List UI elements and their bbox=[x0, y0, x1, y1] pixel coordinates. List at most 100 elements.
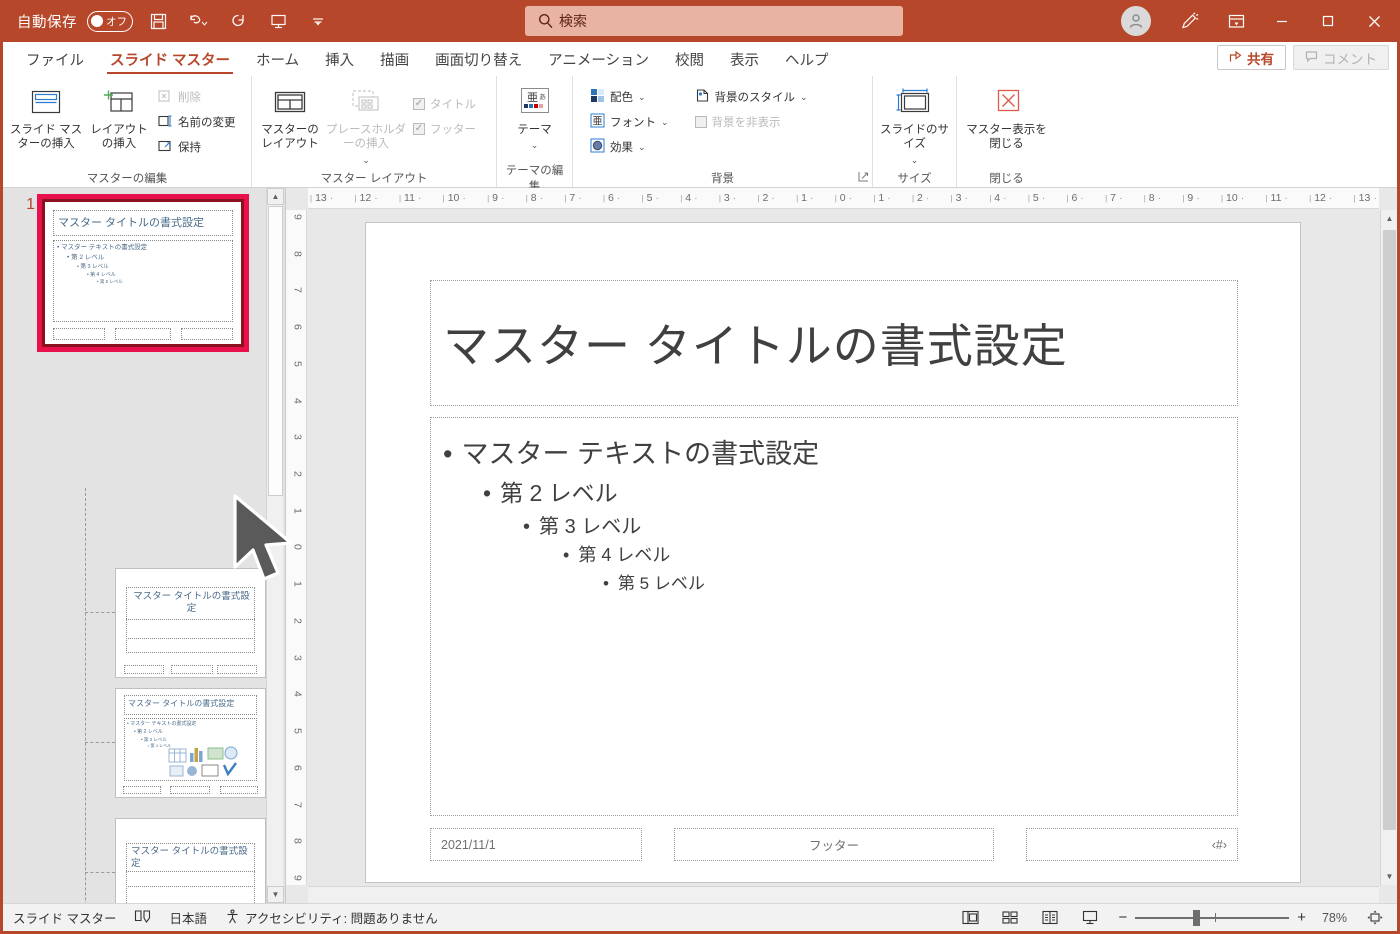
undo-icon[interactable] bbox=[183, 6, 213, 36]
slide-thumbnail-pane[interactable]: 1 マスター タイトルの書式設定 • マスター テキストの書式設定 • 第 2 … bbox=[3, 188, 286, 903]
minimize-button[interactable] bbox=[1259, 0, 1305, 42]
thumbnail-scrollbar[interactable]: ▲ ▼ bbox=[266, 188, 284, 903]
zoom-knob[interactable] bbox=[1193, 909, 1201, 926]
close-button[interactable] bbox=[1351, 0, 1397, 42]
slide-master-canvas[interactable]: マスター タイトルの書式設定 • マスター テキストの書式設定 • 第 2 レベ… bbox=[365, 222, 1301, 883]
hruler-major-mark: | bbox=[1265, 193, 1268, 203]
status-accessibility[interactable]: アクセシビリティ: 問題ありません bbox=[225, 908, 438, 927]
tab-slide-master[interactable]: スライド マスター bbox=[97, 42, 243, 76]
tab-transitions[interactable]: 画面切り替え bbox=[422, 42, 535, 76]
hruler-minor-mark: · bbox=[925, 192, 930, 204]
account-avatar-icon[interactable] bbox=[1121, 6, 1151, 36]
zoom-level-label[interactable]: 78% bbox=[1322, 911, 1347, 925]
canvas-scroll-down-arrow[interactable]: ▼ bbox=[1381, 868, 1397, 885]
vertical-ruler[interactable]: |9·|8·|7·|6·|5·|4·|3·|2·|1·|0·|1·|2·|3·|… bbox=[286, 210, 307, 885]
body-placeholder[interactable]: • マスター テキストの書式設定 • 第 2 レベル • 第 3 レベル • 第… bbox=[430, 417, 1238, 816]
hruler-tick-7: | 6 · bbox=[603, 192, 620, 204]
tab-animations[interactable]: アニメーション bbox=[535, 42, 662, 76]
title-placeholder[interactable]: マスター タイトルの書式設定 bbox=[430, 280, 1238, 406]
tab-home[interactable]: ホーム bbox=[243, 42, 312, 76]
vruler-label: 4 bbox=[291, 397, 304, 404]
zoom-in-button[interactable]: + bbox=[1297, 909, 1306, 926]
colors-button[interactable]: 配色 ⌄ bbox=[585, 85, 674, 109]
maximize-button[interactable] bbox=[1305, 0, 1351, 42]
search-input[interactable]: 検索 bbox=[525, 6, 903, 36]
slideshow-icon[interactable] bbox=[1078, 908, 1102, 928]
fonts-button[interactable]: 亜 フォント ⌄ bbox=[585, 110, 674, 134]
delete-master-button: 削除 bbox=[153, 85, 241, 109]
thumb3-l2: • 第 2 レベル bbox=[134, 729, 163, 735]
start-from-beginning-icon[interactable] bbox=[263, 6, 293, 36]
canvas-horizontal-scrollbar[interactable] bbox=[308, 886, 1379, 903]
vruler-major-mark: | bbox=[307, 326, 308, 328]
background-dialog-launcher[interactable] bbox=[858, 171, 869, 185]
slide-size-button[interactable]: スライドのサイズ ⌄ bbox=[877, 82, 952, 166]
rename-master-button[interactable]: 名前の変更 bbox=[153, 110, 241, 134]
save-icon[interactable] bbox=[143, 6, 173, 36]
tab-review[interactable]: 校閲 bbox=[662, 42, 717, 76]
canvas-vertical-scrollbar[interactable]: ▲ ▼ bbox=[1380, 210, 1397, 885]
thumbnail-row-4[interactable]: マスター タイトルの書式設定 bbox=[115, 818, 266, 903]
thumbnail-scroll-down-arrow[interactable]: ▼ bbox=[267, 886, 284, 903]
canvas-vscroll-thumb[interactable] bbox=[1383, 230, 1396, 830]
thumbnail-slide-2[interactable]: マスター タイトルの書式設定 bbox=[115, 568, 266, 678]
status-language[interactable]: 日本語 bbox=[169, 908, 207, 927]
zoom-slider[interactable]: − + bbox=[1118, 909, 1306, 926]
slide-canvas[interactable]: マスター タイトルの書式設定 • マスター テキストの書式設定 • 第 2 レベ… bbox=[308, 210, 1379, 885]
thumbnail-row-3[interactable]: マスター タイトルの書式設定 • マスター テキストの書式設定 • 第 2 レベ… bbox=[115, 688, 266, 798]
tab-insert[interactable]: 挿入 bbox=[312, 42, 367, 76]
horizontal-ruler[interactable]: | 13 · | 12 · | 11 · | 10 · | 9 · | 8 · | 7 · | 6 · | 5 · | 4 · | 3 · | 2 ·… bbox=[308, 188, 1379, 209]
slide-number-placeholder-text: ‹#› bbox=[1211, 837, 1227, 852]
redo-icon[interactable] bbox=[223, 6, 253, 36]
slide-number-placeholder[interactable]: ‹#› bbox=[1026, 828, 1238, 861]
thumbnail-row-1[interactable]: 1 マスター タイトルの書式設定 • マスター テキストの書式設定 • 第 2 … bbox=[11, 194, 249, 352]
date-placeholder[interactable]: 2021/11/1 bbox=[430, 828, 642, 861]
thumbnail-scroll-thumb[interactable] bbox=[268, 206, 283, 496]
customize-quick-access-icon[interactable] bbox=[303, 6, 333, 36]
master-layout-button[interactable]: マスターのレイアウト bbox=[256, 82, 324, 152]
thumbnail-slide-3[interactable]: マスター タイトルの書式設定 • マスター テキストの書式設定 • 第 2 レベ… bbox=[115, 688, 266, 798]
autosave-toggle[interactable]: オフ bbox=[87, 10, 133, 32]
preserve-master-button[interactable]: 保持 bbox=[153, 135, 241, 159]
canvas-scroll-up-arrow[interactable]: ▲ bbox=[1381, 210, 1397, 227]
footer-placeholder[interactable]: フッター bbox=[674, 828, 994, 861]
reading-view-icon[interactable] bbox=[1038, 908, 1062, 928]
insert-slide-master-button[interactable]: スライド マスターの挿入 bbox=[7, 82, 85, 152]
theme-button[interactable]: 亜 あ テーマ ⌄ bbox=[501, 82, 568, 152]
hruler-tick-0: | 13 · bbox=[310, 192, 333, 204]
vruler-label: 1 bbox=[291, 507, 304, 514]
background-styles-button[interactable]: 背景のスタイル ⌄ bbox=[690, 85, 813, 109]
normal-view-icon[interactable] bbox=[958, 908, 982, 928]
background-commands: 背景のスタイル ⌄ 背景を非表示 bbox=[690, 82, 813, 134]
share-button[interactable]: 共有 bbox=[1217, 45, 1286, 70]
thumbnail-slide-1[interactable]: マスター タイトルの書式設定 • マスター テキストの書式設定 • 第 2 レベ… bbox=[45, 202, 241, 344]
bullet-1: • bbox=[443, 439, 453, 469]
slide-sorter-icon[interactable] bbox=[998, 908, 1022, 928]
close-master-view-button[interactable]: マスター表示を閉じる bbox=[962, 82, 1052, 152]
hruler-tick-17: | 4 · bbox=[989, 192, 1006, 204]
vruler-minor-mark: · bbox=[286, 472, 289, 476]
thumbnail-slide-4[interactable]: マスター タイトルの書式設定 bbox=[115, 818, 266, 903]
chevron-down-icon: ⌄ bbox=[362, 154, 370, 165]
insert-layout-button[interactable]: レイアウトの挿入 bbox=[87, 82, 151, 152]
spellcheck-status[interactable] bbox=[134, 909, 151, 927]
hruler-label: 5 bbox=[1032, 192, 1039, 204]
tab-draw[interactable]: 描画 bbox=[367, 42, 422, 76]
footer-checkbox-label: フッター bbox=[430, 124, 476, 136]
tab-help[interactable]: ヘルプ bbox=[772, 42, 842, 76]
hruler-minor-mark: · bbox=[462, 192, 466, 204]
vruler-label: 4 bbox=[291, 691, 304, 698]
thumb1-body: • マスター テキストの書式設定 • 第 2 レベル • 第 3 レベル • 第… bbox=[57, 243, 147, 286]
zoom-out-button[interactable]: − bbox=[1118, 909, 1127, 926]
ribbon-display-options-icon[interactable] bbox=[1213, 0, 1259, 42]
fit-to-window-icon[interactable] bbox=[1363, 908, 1387, 928]
pen-ink-icon[interactable] bbox=[1167, 0, 1213, 42]
thumbnail-row-2[interactable]: マスター タイトルの書式設定 bbox=[115, 568, 266, 678]
tab-file[interactable]: ファイル bbox=[13, 42, 97, 76]
thumbnail-scroll-up-arrow[interactable]: ▲ bbox=[267, 188, 284, 205]
search-icon bbox=[537, 12, 555, 33]
hruler-minor-mark: · bbox=[848, 192, 853, 204]
effects-button[interactable]: 効果 ⌄ bbox=[585, 135, 674, 159]
tab-view[interactable]: 表示 bbox=[717, 42, 772, 76]
zoom-track[interactable] bbox=[1135, 909, 1290, 926]
